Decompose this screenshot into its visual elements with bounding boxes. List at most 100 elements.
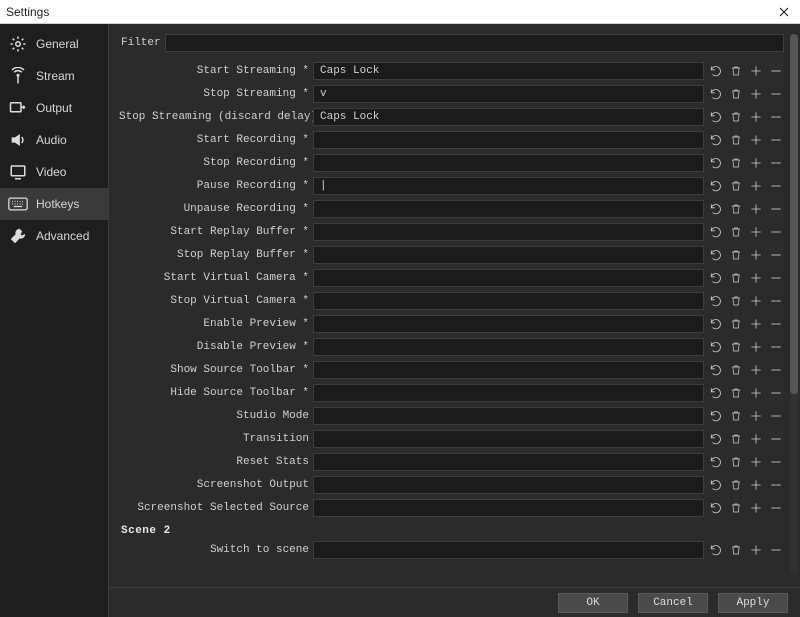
minus-icon[interactable] <box>768 86 784 102</box>
trash-icon[interactable] <box>728 316 744 332</box>
minus-icon[interactable] <box>768 270 784 286</box>
plus-icon[interactable] <box>748 132 764 148</box>
hotkey-input[interactable] <box>313 361 704 379</box>
trash-icon[interactable] <box>728 408 744 424</box>
minus-icon[interactable] <box>768 408 784 424</box>
sidebar-item-hotkeys[interactable]: Hotkeys <box>0 188 108 220</box>
hotkey-input[interactable] <box>313 315 704 333</box>
trash-icon[interactable] <box>728 431 744 447</box>
hotkey-input[interactable]: Caps Lock <box>313 62 704 80</box>
hotkey-input[interactable] <box>313 200 704 218</box>
undo-icon[interactable] <box>708 86 724 102</box>
plus-icon[interactable] <box>748 224 764 240</box>
undo-icon[interactable] <box>708 247 724 263</box>
undo-icon[interactable] <box>708 500 724 516</box>
plus-icon[interactable] <box>748 408 764 424</box>
minus-icon[interactable] <box>768 155 784 171</box>
hotkey-input[interactable] <box>313 430 704 448</box>
plus-icon[interactable] <box>748 178 764 194</box>
sidebar-item-audio[interactable]: Audio <box>0 124 108 156</box>
trash-icon[interactable] <box>728 293 744 309</box>
trash-icon[interactable] <box>728 270 744 286</box>
minus-icon[interactable] <box>768 132 784 148</box>
plus-icon[interactable] <box>748 316 764 332</box>
sidebar-item-general[interactable]: General <box>0 28 108 60</box>
minus-icon[interactable] <box>768 109 784 125</box>
trash-icon[interactable] <box>728 155 744 171</box>
hotkey-input[interactable] <box>313 338 704 356</box>
trash-icon[interactable] <box>728 86 744 102</box>
trash-icon[interactable] <box>728 247 744 263</box>
cancel-button[interactable]: Cancel <box>638 593 708 613</box>
trash-icon[interactable] <box>728 454 744 470</box>
minus-icon[interactable] <box>768 178 784 194</box>
undo-icon[interactable] <box>708 316 724 332</box>
minus-icon[interactable] <box>768 201 784 217</box>
undo-icon[interactable] <box>708 155 724 171</box>
plus-icon[interactable] <box>748 339 764 355</box>
undo-icon[interactable] <box>708 178 724 194</box>
hotkey-input[interactable] <box>313 384 704 402</box>
minus-icon[interactable] <box>768 224 784 240</box>
sidebar-item-stream[interactable]: Stream <box>0 60 108 92</box>
trash-icon[interactable] <box>728 477 744 493</box>
apply-button[interactable]: Apply <box>718 593 788 613</box>
hotkey-input[interactable] <box>313 246 704 264</box>
plus-icon[interactable] <box>748 86 764 102</box>
trash-icon[interactable] <box>728 132 744 148</box>
minus-icon[interactable] <box>768 385 784 401</box>
trash-icon[interactable] <box>728 109 744 125</box>
trash-icon[interactable] <box>728 385 744 401</box>
hotkey-input[interactable] <box>313 154 704 172</box>
plus-icon[interactable] <box>748 500 764 516</box>
minus-icon[interactable] <box>768 339 784 355</box>
undo-icon[interactable] <box>708 362 724 378</box>
undo-icon[interactable] <box>708 542 724 558</box>
minus-icon[interactable] <box>768 362 784 378</box>
sidebar-item-output[interactable]: Output <box>0 92 108 124</box>
minus-icon[interactable] <box>768 293 784 309</box>
plus-icon[interactable] <box>748 109 764 125</box>
trash-icon[interactable] <box>728 63 744 79</box>
undo-icon[interactable] <box>708 132 724 148</box>
minus-icon[interactable] <box>768 247 784 263</box>
undo-icon[interactable] <box>708 339 724 355</box>
plus-icon[interactable] <box>748 454 764 470</box>
hotkey-input[interactable] <box>313 131 704 149</box>
plus-icon[interactable] <box>748 201 764 217</box>
minus-icon[interactable] <box>768 454 784 470</box>
plus-icon[interactable] <box>748 270 764 286</box>
hotkey-input[interactable]: Caps Lock <box>313 108 704 126</box>
plus-icon[interactable] <box>748 385 764 401</box>
minus-icon[interactable] <box>768 63 784 79</box>
trash-icon[interactable] <box>728 362 744 378</box>
minus-icon[interactable] <box>768 542 784 558</box>
undo-icon[interactable] <box>708 293 724 309</box>
hotkey-input[interactable] <box>313 541 704 559</box>
trash-icon[interactable] <box>728 542 744 558</box>
minus-icon[interactable] <box>768 431 784 447</box>
sidebar-item-video[interactable]: Video <box>0 156 108 188</box>
plus-icon[interactable] <box>748 362 764 378</box>
hotkey-input[interactable] <box>313 476 704 494</box>
trash-icon[interactable] <box>728 201 744 217</box>
scrollbar[interactable] <box>790 34 798 574</box>
undo-icon[interactable] <box>708 224 724 240</box>
plus-icon[interactable] <box>748 293 764 309</box>
plus-icon[interactable] <box>748 155 764 171</box>
trash-icon[interactable] <box>728 178 744 194</box>
undo-icon[interactable] <box>708 477 724 493</box>
minus-icon[interactable] <box>768 500 784 516</box>
hotkey-input[interactable] <box>313 292 704 310</box>
undo-icon[interactable] <box>708 109 724 125</box>
trash-icon[interactable] <box>728 224 744 240</box>
undo-icon[interactable] <box>708 201 724 217</box>
undo-icon[interactable] <box>708 270 724 286</box>
plus-icon[interactable] <box>748 431 764 447</box>
undo-icon[interactable] <box>708 63 724 79</box>
minus-icon[interactable] <box>768 477 784 493</box>
hotkey-input[interactable] <box>313 499 704 517</box>
minus-icon[interactable] <box>768 316 784 332</box>
trash-icon[interactable] <box>728 500 744 516</box>
hotkey-input[interactable]: | <box>313 177 704 195</box>
